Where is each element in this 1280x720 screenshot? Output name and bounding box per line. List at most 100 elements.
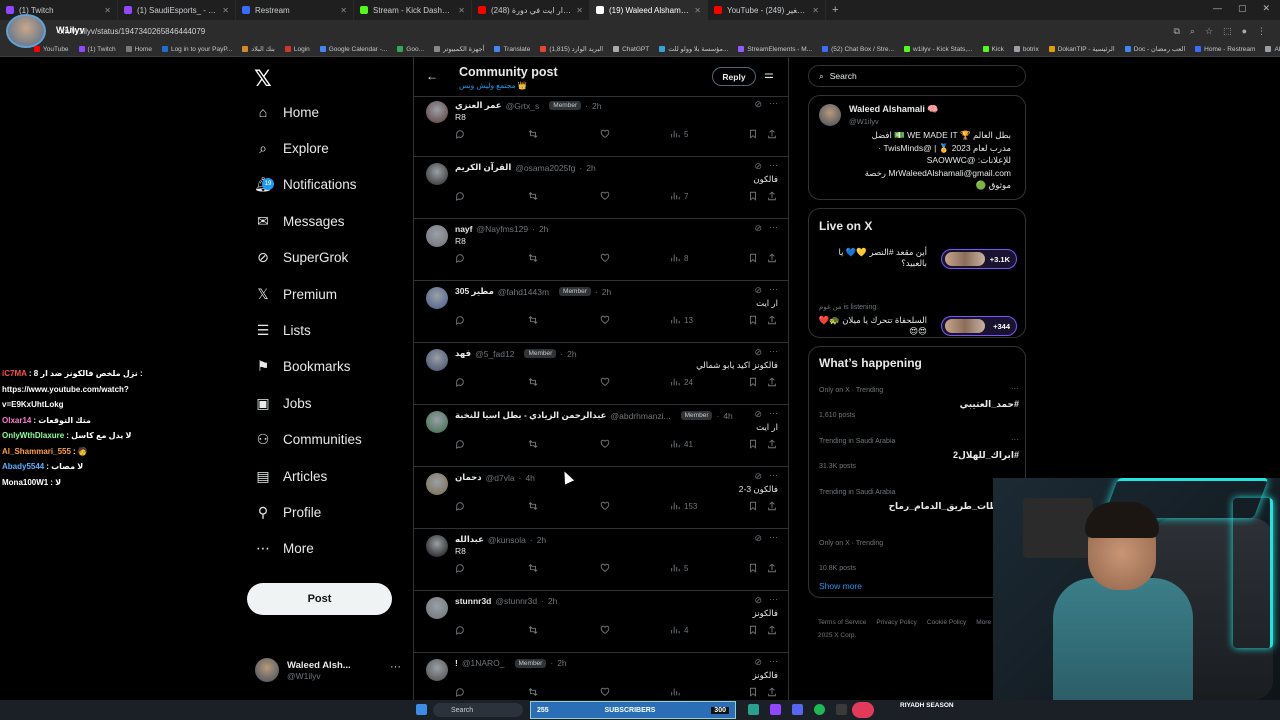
- reply-icon[interactable]: [455, 501, 465, 511]
- like-icon[interactable]: [600, 439, 610, 449]
- repost-icon[interactable]: [528, 315, 538, 325]
- post-item[interactable]: عبدالرحمن الزيادي - بطل اسيا للنخبة @abdr…: [414, 405, 788, 467]
- grok-icon[interactable]: ⊘: [754, 285, 762, 296]
- more-dots-icon[interactable]: ···: [769, 656, 778, 666]
- post-item[interactable]: القرآن الكريم @osama2025fg · 2h ⊘ ··· فالكون 7: [414, 157, 788, 219]
- repost-icon[interactable]: [528, 687, 538, 697]
- post-time[interactable]: 4h: [723, 411, 732, 421]
- avatar[interactable]: [426, 597, 448, 619]
- profile-card[interactable]: Waleed Alshamali 🧠 @W1ilyv بطل العالم 🏆 …: [808, 95, 1026, 200]
- avatar[interactable]: [426, 473, 448, 495]
- bookmark-item[interactable]: YouTube: [34, 46, 69, 53]
- grok-icon[interactable]: ⊘: [754, 99, 762, 110]
- trend-item[interactable]: Only on X · Trending #حمد_العتيبي 1,610 po…: [819, 384, 1019, 437]
- tab-close-icon[interactable]: ✕: [104, 6, 111, 15]
- bookmark-item[interactable]: بنك البلاد: [242, 45, 275, 53]
- nav-item-explore[interactable]: ⌕ Explore: [255, 140, 329, 156]
- bookmark-item[interactable]: Goo...: [397, 46, 424, 53]
- bookmark-star-icon[interactable]: ☆: [1205, 26, 1213, 37]
- share-icon[interactable]: [767, 625, 777, 635]
- app-icon[interactable]: [770, 704, 781, 715]
- tab-close-icon[interactable]: ✕: [458, 6, 465, 15]
- like-icon[interactable]: [600, 687, 610, 697]
- trend-item[interactable]: Trending in Saudi Arabia #ابراك_للهلال2 31…: [819, 435, 1019, 488]
- nav-item-more[interactable]: ⋯ More: [255, 540, 314, 557]
- browser-tab[interactable]: (248) فالكونز ضد ار ايت في دورة... ✕: [472, 0, 590, 20]
- bookmark-icon[interactable]: [748, 315, 758, 325]
- share-icon[interactable]: [767, 563, 777, 573]
- repost-icon[interactable]: [528, 501, 538, 511]
- post-author[interactable]: stunnr3d: [455, 596, 491, 606]
- avatar[interactable]: [426, 411, 448, 433]
- filter-icon[interactable]: ⚌: [764, 68, 774, 81]
- browser-tab[interactable]: (19) Waleed Alshamali 🧠 on X: ✕: [590, 0, 708, 20]
- post-handle[interactable]: @Nayfms129: [476, 224, 528, 234]
- app-icon[interactable]: [748, 704, 759, 715]
- more-dots-icon[interactable]: ···: [769, 470, 778, 480]
- bookmark-item[interactable]: DokanTIP - الرئيسية: [1048, 45, 1115, 53]
- bookmark-item[interactable]: Home - Restream: [1195, 46, 1255, 53]
- bookmark-item[interactable]: botrix: [1013, 46, 1039, 53]
- views-icon[interactable]: [670, 687, 680, 697]
- bookmark-item[interactable]: Google Calendar -...: [319, 46, 387, 53]
- nav-item-bookmarks[interactable]: ⚑ Bookmarks: [255, 358, 351, 375]
- share-icon[interactable]: [767, 687, 777, 697]
- footer-link[interactable]: Privacy Policy: [876, 619, 916, 626]
- more-dots-icon[interactable]: ···: [769, 98, 778, 108]
- views-icon[interactable]: 13: [670, 315, 693, 325]
- post-item[interactable]: 305 مطير @fahd1443m Member · 2h ⊘ ··· ار ايت 13: [414, 281, 788, 343]
- post-handle[interactable]: @abdrhmanzi...: [611, 411, 671, 421]
- windows-start-icon[interactable]: [416, 704, 427, 715]
- live-space-item[interactable]: أين مقعد #النصر 💛💙 يا بالعبيد؟ +3.1K: [817, 247, 1017, 277]
- more-dots-icon[interactable]: ···: [769, 160, 778, 170]
- bookmark-item[interactable]: (1) Twitch: [78, 46, 116, 53]
- app-icon[interactable]: [792, 704, 803, 715]
- views-icon[interactable]: 24: [670, 377, 693, 387]
- reply-icon[interactable]: [455, 625, 465, 635]
- share-icon[interactable]: [767, 315, 777, 325]
- avatar[interactable]: [426, 101, 448, 123]
- search-input[interactable]: ⌕ Search: [808, 65, 1026, 87]
- like-icon[interactable]: [600, 563, 610, 573]
- post-author[interactable]: عبدالله: [455, 534, 484, 545]
- avatar[interactable]: [426, 287, 448, 309]
- repost-icon[interactable]: [528, 439, 538, 449]
- post-item[interactable]: stunnr3d @stunnr3d · 2h ⊘ ··· فالكونز 4: [414, 591, 788, 653]
- tab-close-icon[interactable]: ✕: [694, 6, 701, 15]
- nav-item-jobs[interactable]: ▣ Jobs: [255, 395, 311, 411]
- post-item[interactable]: عمر العنزي @Grtx_s Member · 2h ⊘ ··· R8 5: [414, 95, 788, 157]
- menu-icon[interactable]: ⋮: [1257, 26, 1266, 37]
- app-icon[interactable]: [852, 702, 874, 718]
- zoom-icon[interactable]: ⌕: [1190, 26, 1195, 37]
- bookmark-icon[interactable]: [748, 625, 758, 635]
- bookmark-item[interactable]: All Bookmarks: [1265, 46, 1280, 53]
- post-time[interactable]: 2h: [586, 163, 595, 173]
- bookmark-item[interactable]: أجهزة الكمبيوتر: [434, 45, 484, 53]
- views-icon[interactable]: 153: [670, 501, 697, 511]
- more-dots-icon[interactable]: ···: [769, 346, 778, 356]
- post-handle[interactable]: @osama2025fg: [515, 163, 575, 173]
- reply-button[interactable]: Reply: [712, 67, 756, 86]
- post-time[interactable]: 2h: [592, 101, 601, 111]
- post-author[interactable]: دحمان: [455, 472, 482, 483]
- post-item[interactable]: دحمان @d7vla · 4h ⊘ ··· فالكون 3-2 153: [414, 467, 788, 529]
- bookmark-icon[interactable]: [748, 501, 758, 511]
- bookmark-icon[interactable]: [748, 377, 758, 387]
- bookmark-icon[interactable]: [748, 563, 758, 573]
- post-author[interactable]: nayf: [455, 224, 472, 234]
- grok-icon[interactable]: ⊘: [754, 471, 762, 482]
- views-icon[interactable]: 41: [670, 439, 693, 449]
- grok-icon[interactable]: ⊘: [754, 657, 762, 668]
- post-item[interactable]: nayf @Nayfms129 · 2h ⊘ ··· R8 8: [414, 219, 788, 281]
- post-time[interactable]: 2h: [557, 658, 566, 668]
- views-icon[interactable]: 7: [670, 191, 688, 201]
- window-controls[interactable]: — ▢ ✕: [1213, 3, 1270, 14]
- nav-item-premium[interactable]: 𝕏 Premium: [255, 286, 337, 302]
- like-icon[interactable]: [600, 129, 610, 139]
- bookmark-icon[interactable]: [748, 253, 758, 263]
- post-author[interactable]: عمر العنزي: [455, 100, 502, 111]
- browser-tab[interactable]: (1) SaudiEsports_ - Twitch✕: [118, 0, 236, 20]
- reply-icon[interactable]: [455, 191, 465, 201]
- maximize-icon[interactable]: ▢: [1238, 3, 1247, 14]
- more-dots-icon[interactable]: ···: [390, 661, 401, 673]
